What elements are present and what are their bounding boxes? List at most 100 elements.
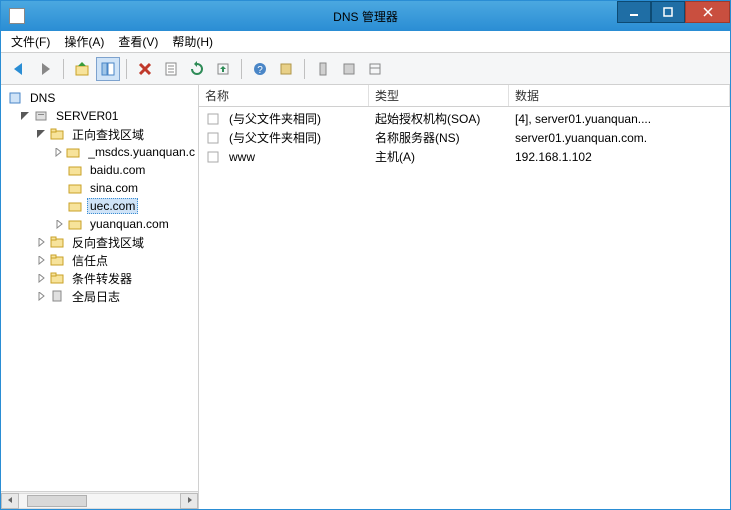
tree-node-server[interactable]: SERVER01 — [1, 107, 198, 125]
record-data: server01.yuanquan.com. — [509, 131, 730, 145]
action3-button[interactable] — [363, 57, 387, 81]
tree-label: sina.com — [87, 180, 141, 196]
refresh-button[interactable] — [185, 57, 209, 81]
server-icon — [33, 108, 49, 124]
spacer — [53, 200, 65, 212]
record-row[interactable]: (与父文件夹相同) 名称服务器(NS) server01.yuanquan.co… — [199, 128, 730, 147]
forward-button[interactable] — [33, 57, 57, 81]
list-panel: 名称 类型 数据 (与父文件夹相同) 起始授权机构(SOA) [4], serv… — [199, 85, 730, 509]
toolbar-separator — [126, 59, 127, 79]
tree-node-zone-selected[interactable]: uec.com — [1, 197, 198, 215]
close-button[interactable] — [685, 1, 730, 23]
tree-node-reverse-zones[interactable]: 反向查找区域 — [1, 233, 198, 251]
spacer — [53, 182, 65, 194]
tree-node-conditional-forwarders[interactable]: 条件转发器 — [1, 269, 198, 287]
toolbar-separator — [63, 59, 64, 79]
menu-bar: 文件(F) 操作(A) 查看(V) 帮助(H) — [1, 31, 730, 53]
tree-node-dns[interactable]: DNS — [1, 89, 198, 107]
record-data: [4], server01.yuanquan.... — [509, 112, 730, 126]
tree-view[interactable]: DNS SERVER01 正向查找区域 _msdcs.yuanquan.c ba — [1, 85, 198, 491]
tree-node-forward-zones[interactable]: 正向查找区域 — [1, 125, 198, 143]
spacer — [53, 164, 65, 176]
tree-label: 条件转发器 — [69, 269, 135, 288]
tree-node-zone[interactable]: _msdcs.yuanquan.c — [1, 143, 198, 161]
tree-label: 全局日志 — [69, 287, 123, 306]
expand-icon[interactable] — [35, 290, 47, 302]
window-controls — [617, 1, 730, 31]
record-name: (与父文件夹相同) — [229, 110, 321, 127]
log-icon — [49, 288, 65, 304]
tree-node-trust[interactable]: 信任点 — [1, 251, 198, 269]
zone-icon — [67, 198, 83, 214]
expand-icon[interactable] — [35, 128, 47, 140]
record-type: 名称服务器(NS) — [369, 129, 509, 146]
toolbar: ? — [1, 53, 730, 85]
record-type: 主机(A) — [369, 148, 509, 165]
tree-label: SERVER01 — [53, 108, 121, 124]
action1-button[interactable] — [311, 57, 335, 81]
tree-node-zone[interactable]: sina.com — [1, 179, 198, 197]
tree-label: 正向查找区域 — [69, 125, 147, 144]
back-button[interactable] — [7, 57, 31, 81]
tree-label: 信任点 — [69, 251, 111, 270]
svg-text:?: ? — [257, 65, 263, 76]
window-title: DNS 管理器 — [333, 8, 398, 25]
title-bar: DNS 管理器 — [1, 1, 730, 31]
record-name: www — [229, 150, 255, 164]
maximize-button[interactable] — [651, 1, 685, 23]
properties-button[interactable] — [159, 57, 183, 81]
menu-file[interactable]: 文件(F) — [11, 33, 50, 50]
filter-button[interactable] — [274, 57, 298, 81]
tree-label: _msdcs.yuanquan.c — [85, 144, 198, 160]
folder-icon — [49, 252, 65, 268]
help-button[interactable]: ? — [248, 57, 272, 81]
record-data: 192.168.1.102 — [509, 150, 730, 164]
toolbar-separator — [241, 59, 242, 79]
tree-label: uec.com — [87, 198, 138, 214]
zone-icon — [67, 216, 83, 232]
delete-button[interactable] — [133, 57, 157, 81]
tree-label: yuanquan.com — [87, 216, 172, 232]
column-header-type[interactable]: 类型 — [369, 85, 509, 106]
expand-icon[interactable] — [19, 110, 31, 122]
record-name: (与父文件夹相同) — [229, 129, 321, 146]
expand-icon[interactable] — [35, 272, 47, 284]
up-button[interactable] — [70, 57, 94, 81]
tree-node-global-logs[interactable]: 全局日志 — [1, 287, 198, 305]
record-row[interactable]: (与父文件夹相同) 起始授权机构(SOA) [4], server01.yuan… — [199, 109, 730, 128]
scroll-thumb[interactable] — [27, 495, 87, 507]
scroll-track[interactable] — [19, 493, 180, 509]
minimize-button[interactable] — [617, 1, 651, 23]
menu-help[interactable]: 帮助(H) — [172, 33, 213, 50]
tree-node-zone[interactable]: baidu.com — [1, 161, 198, 179]
tree-horizontal-scrollbar[interactable] — [1, 491, 198, 509]
expand-icon[interactable] — [35, 254, 47, 266]
record-icon — [205, 130, 221, 146]
scroll-right-button[interactable] — [180, 493, 198, 509]
tree-label: DNS — [27, 90, 58, 106]
zone-icon — [65, 144, 81, 160]
action2-button[interactable] — [337, 57, 361, 81]
expand-icon[interactable] — [53, 218, 65, 230]
expand-icon[interactable] — [35, 236, 47, 248]
tree-label: baidu.com — [87, 162, 148, 178]
show-hide-tree-button[interactable] — [96, 57, 120, 81]
app-icon — [9, 8, 25, 24]
record-row[interactable]: www 主机(A) 192.168.1.102 — [199, 147, 730, 166]
expand-icon[interactable] — [53, 146, 63, 158]
list-body[interactable]: (与父文件夹相同) 起始授权机构(SOA) [4], server01.yuan… — [199, 107, 730, 509]
list-header: 名称 类型 数据 — [199, 85, 730, 107]
tree-node-zone[interactable]: yuanquan.com — [1, 215, 198, 233]
column-header-data[interactable]: 数据 — [509, 85, 730, 106]
scroll-left-button[interactable] — [1, 493, 19, 509]
menu-view[interactable]: 查看(V) — [118, 33, 158, 50]
zone-icon — [67, 162, 83, 178]
menu-action[interactable]: 操作(A) — [64, 33, 104, 50]
zone-icon — [67, 180, 83, 196]
column-header-name[interactable]: 名称 — [199, 85, 369, 106]
record-type: 起始授权机构(SOA) — [369, 110, 509, 127]
folder-icon — [49, 126, 65, 142]
export-button[interactable] — [211, 57, 235, 81]
tree-label: 反向查找区域 — [69, 233, 147, 252]
record-icon — [205, 111, 221, 127]
